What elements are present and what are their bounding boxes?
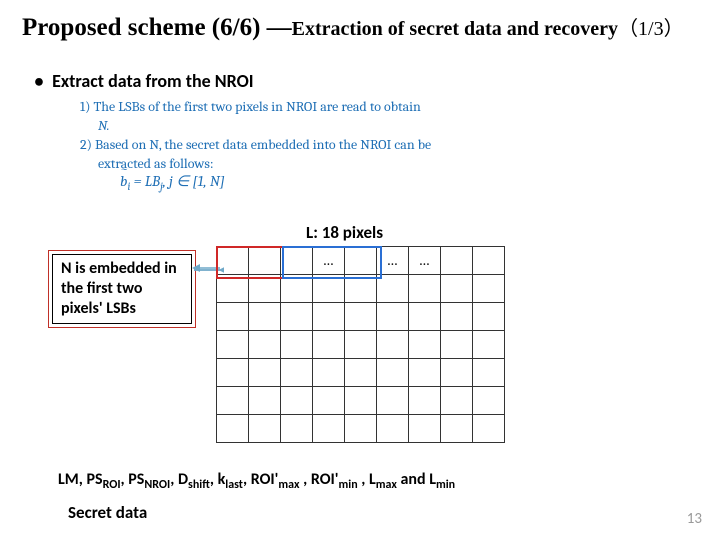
- n-box-outer: N is embedded in the first two pixels' L…: [48, 250, 196, 328]
- step-2-line-a: 2) Based on N, the secret data embedded …: [80, 136, 500, 155]
- bullet-text: Extract data from the NROI: [52, 70, 254, 92]
- n-box-text: N is embedded in the first two pixels' L…: [52, 254, 192, 324]
- extracted-params: LM, PSROI, PSNROI, Dshift, klast, ROI'ma…: [58, 470, 455, 492]
- equation: bi = LBj, j ∈ [1, N]: [120, 172, 225, 193]
- step-1-line-b: N.: [80, 117, 500, 136]
- title-sub: Extraction of secret data and recovery: [292, 18, 618, 40]
- page-number: 13: [687, 510, 702, 528]
- bullet-icon: •: [30, 70, 48, 92]
- steps-block: 1) The LSBs of the first two pixels in N…: [80, 98, 500, 174]
- step-1-line-a: 1) The LSBs of the first two pixels in N…: [80, 98, 500, 117]
- grid-dots-2: …: [377, 247, 409, 275]
- slide-title: Proposed scheme (6/6) —Extraction of sec…: [22, 12, 710, 42]
- grid-dots-1: …: [313, 247, 345, 275]
- title-frac: （1/3）: [618, 18, 684, 40]
- grid-dots-3: …: [409, 247, 441, 275]
- bullet-extract: • Extract data from the NROI: [30, 70, 254, 92]
- title-main: Proposed scheme (6/6) —: [22, 14, 292, 41]
- pixel-grid: … … …: [216, 246, 505, 443]
- step-2-line-b: extracted as follows:: [80, 155, 500, 174]
- secret-data-label: Secret data: [68, 502, 147, 523]
- l-label: L: 18 pixels: [306, 222, 383, 243]
